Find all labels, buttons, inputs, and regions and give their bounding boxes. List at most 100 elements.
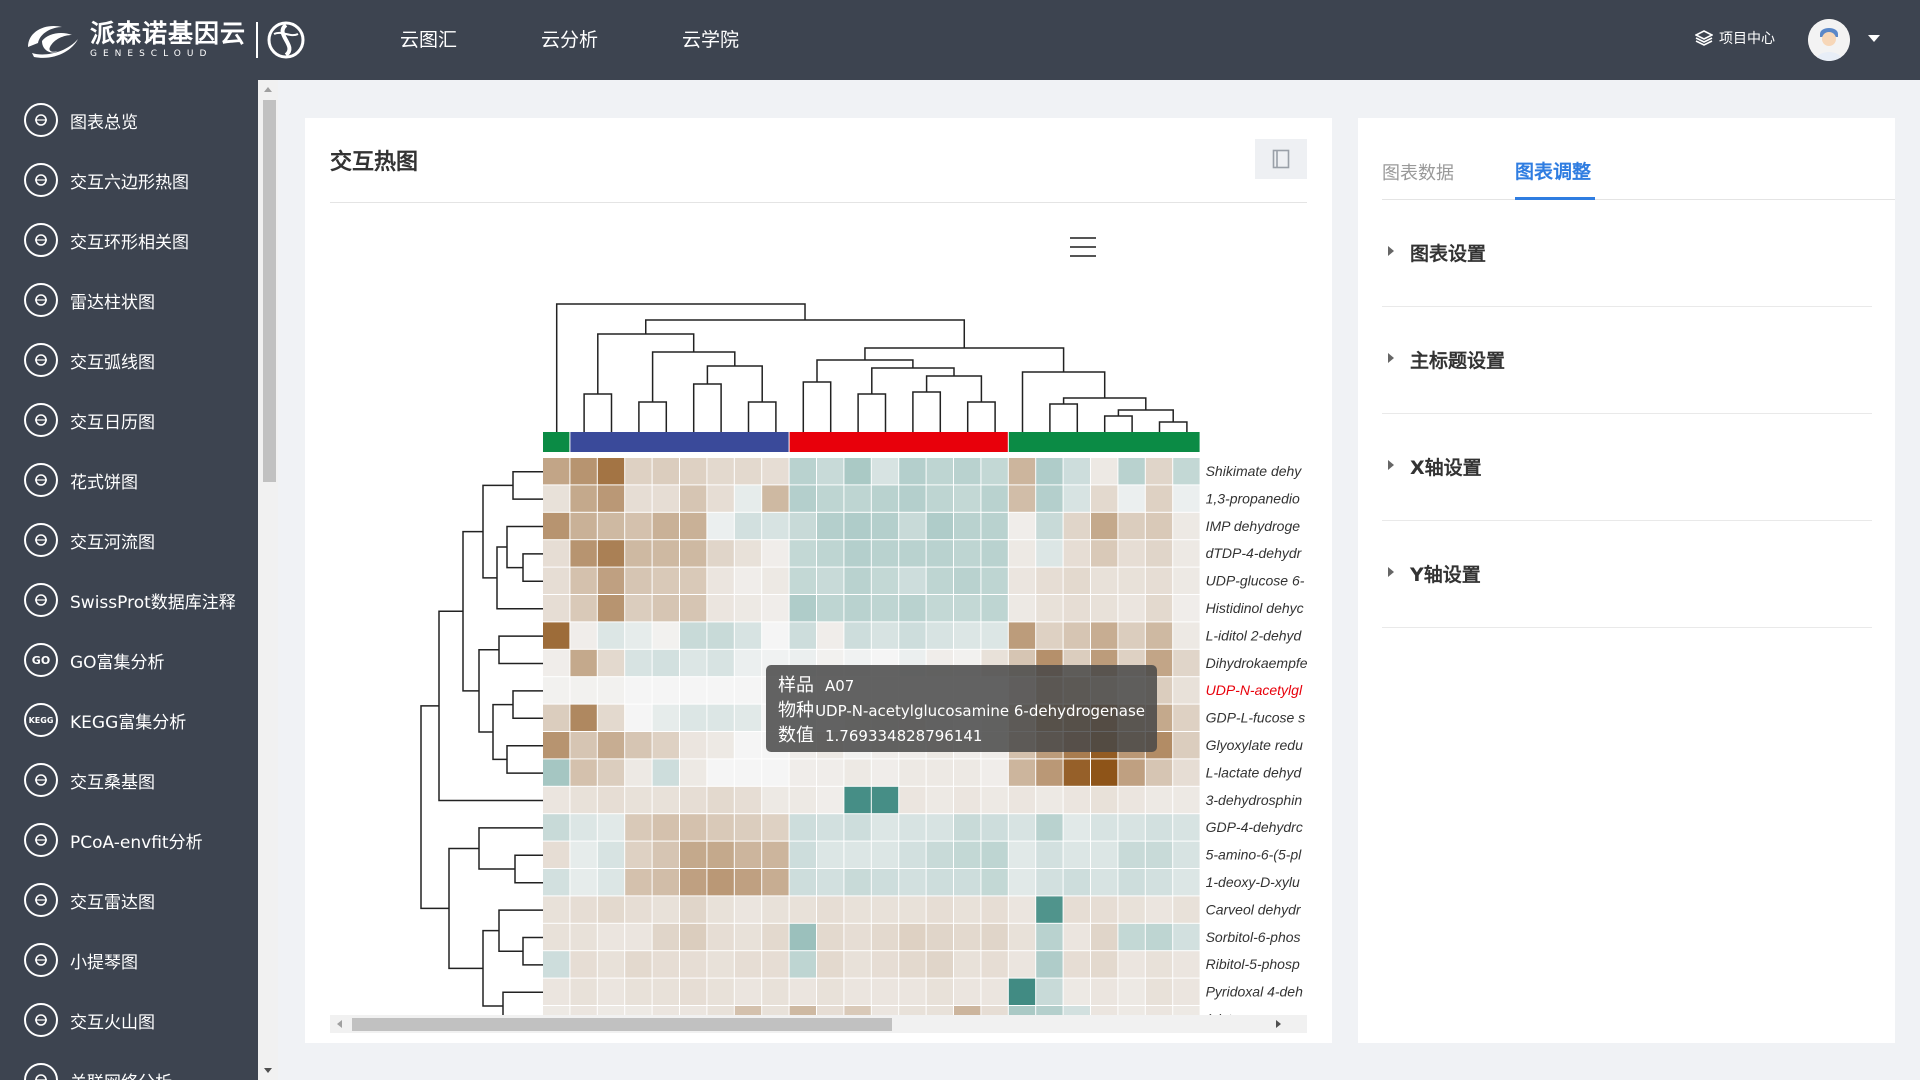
heatmap-cell[interactable] [1036, 786, 1063, 814]
heatmap-cell[interactable] [871, 540, 899, 567]
heatmap-cell[interactable] [734, 540, 762, 567]
heatmap-cell[interactable] [1118, 814, 1145, 841]
heatmap-cell[interactable] [1036, 622, 1063, 649]
heatmap-cell[interactable] [871, 869, 899, 896]
heatmap-cell[interactable] [597, 951, 625, 978]
sidebar-item[interactable]: 图表总览 [0, 90, 258, 150]
heatmap-cell[interactable] [817, 759, 844, 786]
heatmap-cell[interactable] [1118, 485, 1145, 512]
avatar[interactable] [1808, 19, 1850, 61]
heatmap-cell[interactable] [1008, 759, 1036, 786]
heatmap-cell[interactable] [762, 869, 789, 896]
heatmap-cell[interactable] [1091, 622, 1118, 649]
nav-item-academy[interactable]: 云学院 [682, 0, 739, 80]
sidebar-item[interactable]: 交互河流图 [0, 510, 258, 570]
heatmap-cell[interactable] [899, 869, 926, 896]
heatmap-cell[interactable] [1118, 869, 1145, 896]
heatmap-cell[interactable] [789, 512, 816, 540]
heatmap-cell[interactable] [625, 923, 652, 951]
heatmap-cell[interactable] [707, 458, 734, 485]
sidebar-item[interactable]: PCoA-envfit分析 [0, 810, 258, 870]
heatmap-cell[interactable] [707, 485, 734, 512]
heatmap-cell[interactable] [625, 978, 652, 1005]
heatmap-cell[interactable] [707, 677, 734, 704]
heatmap-cell[interactable] [652, 540, 679, 567]
heatmap-cell[interactable] [680, 869, 707, 896]
heatmap-cell[interactable] [625, 814, 652, 841]
heatmap-cell[interactable] [570, 677, 597, 704]
heatmap-cell[interactable] [543, 649, 570, 677]
heatmap-cell[interactable] [652, 759, 679, 786]
heatmap-cell[interactable] [1063, 595, 1090, 622]
heatmap-cell[interactable] [817, 1006, 844, 1015]
heatmap-cell[interactable] [899, 540, 926, 567]
heatmap-cell[interactable] [1063, 1006, 1090, 1015]
section-x-axis-settings[interactable]: X轴设置 [1382, 414, 1872, 521]
sidebar-item[interactable]: GO GO富集分析 [0, 630, 258, 690]
heatmap-cell[interactable] [680, 896, 707, 923]
heatmap-cell[interactable] [1008, 978, 1036, 1005]
tab-chart-data[interactable]: 图表数据 [1382, 159, 1454, 185]
heatmap-cell[interactable] [625, 649, 652, 677]
heatmap-cell[interactable] [734, 786, 762, 814]
heatmap-cell[interactable] [762, 923, 789, 951]
heatmap-cell[interactable] [625, 595, 652, 622]
heatmap-cell[interactable] [652, 732, 679, 759]
heatmap-cell[interactable] [652, 595, 679, 622]
heatmap-cell[interactable] [625, 485, 652, 512]
heatmap-cell[interactable] [954, 512, 981, 540]
heatmap-cell[interactable] [570, 978, 597, 1005]
heatmap-cell[interactable] [625, 951, 652, 978]
heatmap-cell[interactable] [543, 786, 570, 814]
heatmap-cell[interactable] [981, 951, 1008, 978]
heatmap-cell[interactable] [1063, 923, 1090, 951]
heatmap-cell[interactable] [570, 649, 597, 677]
heatmap-cell[interactable] [762, 540, 789, 567]
heatmap-cell[interactable] [1145, 1006, 1173, 1015]
heatmap-cell[interactable] [1145, 951, 1173, 978]
chart-menu-icon[interactable] [1070, 237, 1096, 259]
heatmap-cell[interactable] [680, 677, 707, 704]
heatmap-cell[interactable] [926, 869, 953, 896]
heatmap-cell[interactable] [652, 896, 679, 923]
heatmap-cell[interactable] [652, 786, 679, 814]
heatmap-cell[interactable] [762, 786, 789, 814]
heatmap-cell[interactable] [1091, 1006, 1118, 1015]
heatmap-cell[interactable] [954, 978, 981, 1005]
heatmap-cell[interactable] [871, 567, 899, 594]
heatmap-cell[interactable] [762, 978, 789, 1005]
heatmap-cell[interactable] [707, 567, 734, 594]
heatmap-cell[interactable] [844, 786, 871, 814]
heatmap-cell[interactable] [871, 1006, 899, 1015]
heatmap-cell[interactable] [844, 951, 871, 978]
section-title-settings[interactable]: 主标题设置 [1382, 307, 1872, 414]
heatmap-cell[interactable] [844, 978, 871, 1005]
heatmap-cell[interactable] [1063, 814, 1090, 841]
heatmap-cell[interactable] [570, 923, 597, 951]
heatmap-cell[interactable] [1063, 485, 1090, 512]
heatmap-cell[interactable] [680, 485, 707, 512]
heatmap-cell[interactable] [1173, 786, 1200, 814]
sidebar-item[interactable]: 交互六边形热图 [0, 150, 258, 210]
heatmap-cell[interactable] [1036, 458, 1063, 485]
heatmap-cell[interactable] [1036, 759, 1063, 786]
heatmap-cell[interactable] [1063, 869, 1090, 896]
heatmap-cell[interactable] [871, 896, 899, 923]
heatmap-cell[interactable] [597, 896, 625, 923]
heatmap-cell[interactable] [652, 1006, 679, 1015]
heatmap-cell[interactable] [543, 869, 570, 896]
heatmap-cell[interactable] [707, 923, 734, 951]
heatmap-cell[interactable] [926, 540, 953, 567]
heatmap-cell[interactable] [652, 869, 679, 896]
chart-horizontal-scrollbar-thumb[interactable] [352, 1018, 892, 1031]
heatmap-cell[interactable] [543, 814, 570, 841]
heatmap-cell[interactable] [1145, 540, 1173, 567]
heatmap-cell[interactable] [1008, 622, 1036, 649]
heatmap-cell[interactable] [570, 786, 597, 814]
heatmap-cell[interactable] [1036, 595, 1063, 622]
heatmap-cell[interactable] [707, 951, 734, 978]
heatmap-cell[interactable] [625, 896, 652, 923]
heatmap-cell[interactable] [680, 540, 707, 567]
sidebar-scroll-up-icon[interactable] [264, 87, 272, 92]
heatmap-cell[interactable] [981, 869, 1008, 896]
